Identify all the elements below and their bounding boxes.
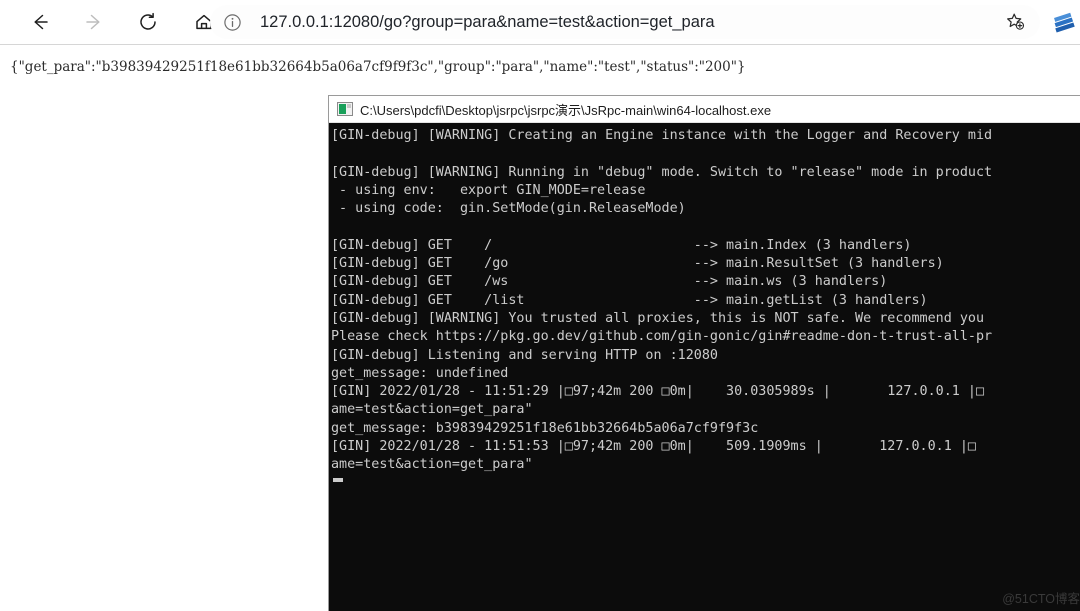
console-line: [GIN-debug] GET /go --> main.ResultSet (…: [331, 256, 944, 272]
console-line: ame=test&action=get_para": [331, 457, 533, 473]
reload-button[interactable]: [130, 4, 166, 40]
forward-button[interactable]: [76, 4, 112, 40]
console-line: [GIN-debug] GET / --> main.Index (3 hand…: [331, 237, 912, 253]
console-line: [GIN-debug] [WARNING] Running in "debug"…: [331, 164, 993, 180]
console-line: [GIN-debug] Listening and serving HTTP o…: [331, 347, 718, 363]
arrow-left-icon: [29, 11, 51, 33]
json-response-text: {"get_para":"b39839429251f18e61bb32664b5…: [10, 59, 746, 75]
screen-root: 127.0.0.1:12080/go?group=para&name=test&…: [0, 0, 1080, 611]
info-circle-icon[interactable]: [222, 12, 242, 32]
console-output[interactable]: [GIN-debug] [WARNING] Creating an Engine…: [329, 123, 1080, 611]
console-line: [GIN] 2022/01/28 - 11:51:29 |□97;42m 200…: [331, 384, 985, 400]
arrow-right-icon: [83, 11, 105, 33]
watermark: @51CTO博客: [1002, 592, 1080, 606]
console-title: C:\Users\pdcfi\Desktop\jsrpc\jsrpc演示\JsR…: [360, 102, 772, 118]
console-cursor: [333, 477, 343, 482]
console-line: - using code: gin.SetMode(gin.ReleaseMod…: [331, 201, 686, 217]
browser-toolbar: 127.0.0.1:12080/go?group=para&name=test&…: [0, 0, 1080, 44]
console-line: [GIN] 2022/01/28 - 11:51:53 |□97;42m 200…: [331, 439, 976, 455]
collections-icon[interactable]: [1048, 12, 1078, 34]
console-line: Please check https://pkg.go.dev/github.c…: [331, 329, 993, 345]
address-bar[interactable]: 127.0.0.1:12080/go?group=para&name=test&…: [210, 5, 1040, 39]
console-line: get_message: undefined: [331, 365, 509, 381]
console-lines: [GIN-debug] [WARNING] Creating an Engine…: [331, 127, 1080, 475]
console-line: [GIN-debug] [WARNING] You trusted all pr…: [331, 310, 985, 326]
favorite-star-add-icon[interactable]: [1004, 11, 1026, 33]
console-window[interactable]: C:\Users\pdcfi\Desktop\jsrpc\jsrpc演示\JsR…: [328, 95, 1080, 611]
url-text[interactable]: 127.0.0.1:12080/go?group=para&name=test&…: [260, 13, 1004, 32]
refresh-icon: [137, 11, 159, 33]
console-line: ame=test&action=get_para": [331, 402, 533, 418]
console-line: [GIN-debug] GET /ws --> main.ws (3 handl…: [331, 274, 888, 290]
console-line: [GIN-debug] GET /list --> main.getList (…: [331, 292, 928, 308]
back-button[interactable]: [22, 4, 58, 40]
console-titlebar[interactable]: C:\Users\pdcfi\Desktop\jsrpc\jsrpc演示\JsR…: [329, 96, 1080, 123]
console-line: - using env: export GIN_MODE=release: [331, 182, 646, 198]
console-line: get_message: b39839429251f18e61bb32664b5…: [331, 420, 759, 436]
console-line: [GIN-debug] [WARNING] Creating an Engine…: [331, 128, 993, 143]
console-app-icon: [337, 102, 353, 116]
